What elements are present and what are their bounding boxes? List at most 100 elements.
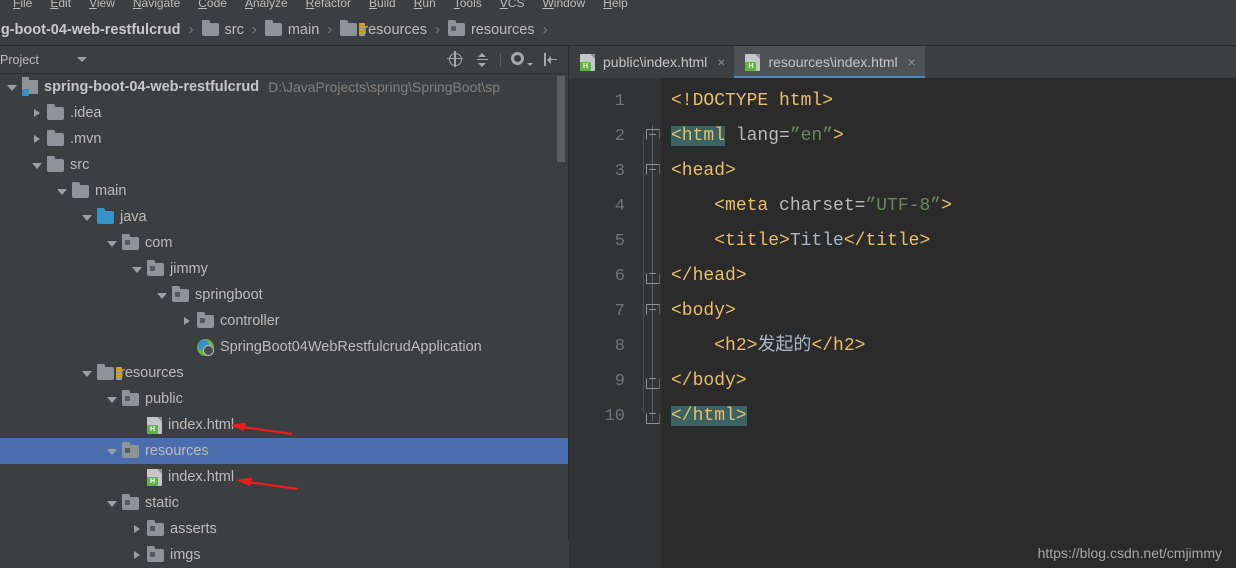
chevron-right-icon[interactable] bbox=[131, 523, 144, 536]
breadcrumb-root[interactable]: ng-boot-04-web-restfulcrud bbox=[0, 22, 181, 38]
menu-item-tools[interactable]: Tools bbox=[445, 0, 491, 14]
tree-row-com[interactable]: com bbox=[0, 230, 569, 256]
chevron-down-icon[interactable] bbox=[106, 393, 119, 406]
module-icon bbox=[22, 77, 44, 96]
menu-item-view[interactable]: View bbox=[80, 0, 124, 14]
chevron-right-icon[interactable] bbox=[31, 107, 44, 120]
project-path-label: D:\JavaProjects\spring\SpringBoot\sp bbox=[268, 79, 500, 95]
code-line-5[interactable]: <title>Title</title> bbox=[661, 224, 1236, 259]
chevron-down-icon[interactable] bbox=[31, 159, 44, 172]
chevron-down-icon[interactable] bbox=[106, 445, 119, 458]
menu-item-vcs[interactable]: VCS bbox=[491, 0, 534, 14]
project-tree[interactable]: spring-boot-04-web-restfulcrud D:\JavaPro… bbox=[0, 74, 569, 568]
chevron-down-icon[interactable] bbox=[56, 185, 69, 198]
menu-item-build[interactable]: Build bbox=[360, 0, 405, 14]
tree-row-index-html[interactable]: index.html bbox=[0, 412, 569, 438]
chevron-down-icon[interactable] bbox=[106, 237, 119, 250]
menu-item-analyze[interactable]: Analyze bbox=[236, 0, 297, 14]
close-icon[interactable]: × bbox=[908, 55, 916, 69]
tree-row-resources[interactable]: resources bbox=[0, 438, 569, 464]
tree-row-spring-boot-04-web-restfulcrud[interactable]: spring-boot-04-web-restfulcrud D:\JavaPro… bbox=[0, 74, 569, 100]
code-area[interactable]: 1 2 3 4 5 6 7 8 9 10 <!DOCTYPE html> <html lang=”e… bbox=[569, 78, 1236, 568]
code-line-6[interactable]: </head> bbox=[661, 259, 1236, 294]
chevron-down-icon[interactable] bbox=[6, 81, 19, 94]
tree-row-label: controller bbox=[220, 313, 280, 329]
menu-item-file[interactable]: File bbox=[4, 0, 41, 14]
code-line-7[interactable]: <body> bbox=[661, 294, 1236, 329]
chevron-down-icon[interactable] bbox=[81, 367, 94, 380]
tree-row-asserts[interactable]: asserts bbox=[0, 516, 569, 542]
chevron-down-icon[interactable] bbox=[81, 211, 94, 224]
line-number: 2 bbox=[614, 127, 625, 146]
code-fold-close-icon-line-10[interactable] bbox=[645, 409, 660, 424]
code-text[interactable]: <!DOCTYPE html> <html lang=”en”> <head> <m… bbox=[661, 78, 1236, 434]
tree-row--idea[interactable]: .idea bbox=[0, 100, 569, 126]
tree-row-label: imgs bbox=[170, 547, 201, 563]
tree-row-label: index.html bbox=[168, 469, 235, 485]
breadcrumb-item-resources[interactable]: resources bbox=[340, 14, 427, 45]
tree-row-src[interactable]: src bbox=[0, 152, 569, 178]
spring-app-icon bbox=[197, 338, 220, 356]
code-fold-open-icon-line-2[interactable] bbox=[645, 129, 660, 144]
tree-row-label: SpringBoot04WebRestfulcrudApplication bbox=[220, 339, 482, 355]
editor-tab-public-index-html[interactable]: public\index.html × bbox=[569, 46, 734, 78]
hide-panel-icon[interactable] bbox=[543, 52, 559, 68]
breadcrumb-item-resources[interactable]: resources bbox=[447, 14, 535, 45]
editor-tab-bar: public\index.html × resources\index.html × bbox=[569, 46, 1236, 78]
tree-row-resources[interactable]: resources bbox=[0, 360, 569, 386]
project-panel-title: Project bbox=[0, 52, 39, 67]
code-fold-open-icon-line-7[interactable] bbox=[645, 304, 660, 319]
tree-row-SpringBoot04WebRestfulcrudApplication[interactable]: SpringBoot04WebRestfulcrudApplication bbox=[0, 334, 569, 360]
code-line-3[interactable]: <head> bbox=[661, 154, 1236, 189]
line-number: 4 bbox=[614, 197, 625, 216]
menu-item-refactor[interactable]: Refactor bbox=[297, 0, 360, 14]
code-fold-close-icon-line-9[interactable] bbox=[645, 374, 660, 389]
code-line-8[interactable]: <h2>发起的</h2> bbox=[661, 329, 1236, 364]
menu-item-navigate[interactable]: Navigate bbox=[124, 0, 189, 14]
tree-row--mvn[interactable]: .mvn bbox=[0, 126, 569, 152]
tree-row-index-html[interactable]: index.html bbox=[0, 464, 569, 490]
chevron-down-icon[interactable] bbox=[106, 497, 119, 510]
folder-icon bbox=[47, 106, 70, 120]
locate-in-tree-icon[interactable] bbox=[447, 50, 464, 68]
code-line-1[interactable]: <!DOCTYPE html> bbox=[661, 84, 1236, 119]
package-folder-icon bbox=[122, 392, 145, 406]
chevron-right-icon[interactable] bbox=[181, 315, 194, 328]
tree-row-public[interactable]: public bbox=[0, 386, 569, 412]
menu-item-run[interactable]: Run bbox=[405, 0, 445, 14]
tree-row-springboot[interactable]: springboot bbox=[0, 282, 569, 308]
code-line-9[interactable]: </body> bbox=[661, 364, 1236, 399]
tree-row-imgs[interactable]: imgs bbox=[0, 542, 569, 568]
collapse-all-icon[interactable] bbox=[474, 52, 490, 68]
code-fold-open-icon-line-3[interactable] bbox=[645, 164, 660, 179]
breadcrumb-separator: › bbox=[251, 21, 257, 38]
tree-row-static[interactable]: static bbox=[0, 490, 569, 516]
menu-item-edit[interactable]: Edit bbox=[41, 0, 80, 14]
close-icon[interactable]: × bbox=[717, 55, 725, 69]
breadcrumb-item-src[interactable]: src bbox=[201, 14, 244, 45]
chevron-right-icon[interactable] bbox=[131, 549, 144, 562]
chevron-right-icon[interactable] bbox=[31, 133, 44, 146]
settings-gear-icon[interactable] bbox=[511, 51, 533, 68]
editor-tab-resources-index-html[interactable]: resources\index.html × bbox=[734, 46, 926, 78]
chevron-down-icon[interactable] bbox=[76, 57, 87, 62]
code-line-4[interactable]: <meta charset=”UTF-8”> bbox=[661, 189, 1236, 224]
code-line-2[interactable]: <html lang=”en”> bbox=[661, 119, 1236, 154]
tree-row-java[interactable]: java bbox=[0, 204, 569, 230]
line-number: 3 bbox=[614, 162, 625, 181]
code-line-10[interactable]: </html> bbox=[661, 399, 1236, 434]
chevron-down-icon[interactable] bbox=[131, 263, 144, 276]
menu-item-code[interactable]: Code bbox=[189, 0, 236, 14]
tree-row-label: resources bbox=[145, 443, 209, 459]
breadcrumb-item-main[interactable]: main bbox=[264, 14, 319, 45]
code-fold-close-icon-line-6[interactable] bbox=[645, 269, 660, 284]
tree-row-controller[interactable]: controller bbox=[0, 308, 569, 334]
tree-row-main[interactable]: main bbox=[0, 178, 569, 204]
html-file-icon bbox=[745, 53, 766, 71]
tree-row-jimmy[interactable]: jimmy bbox=[0, 256, 569, 282]
menu-item-window[interactable]: Window bbox=[533, 0, 594, 14]
chevron-down-icon[interactable] bbox=[156, 289, 169, 302]
html-file-icon bbox=[147, 468, 168, 486]
menu-item-help[interactable]: Help bbox=[594, 0, 637, 14]
